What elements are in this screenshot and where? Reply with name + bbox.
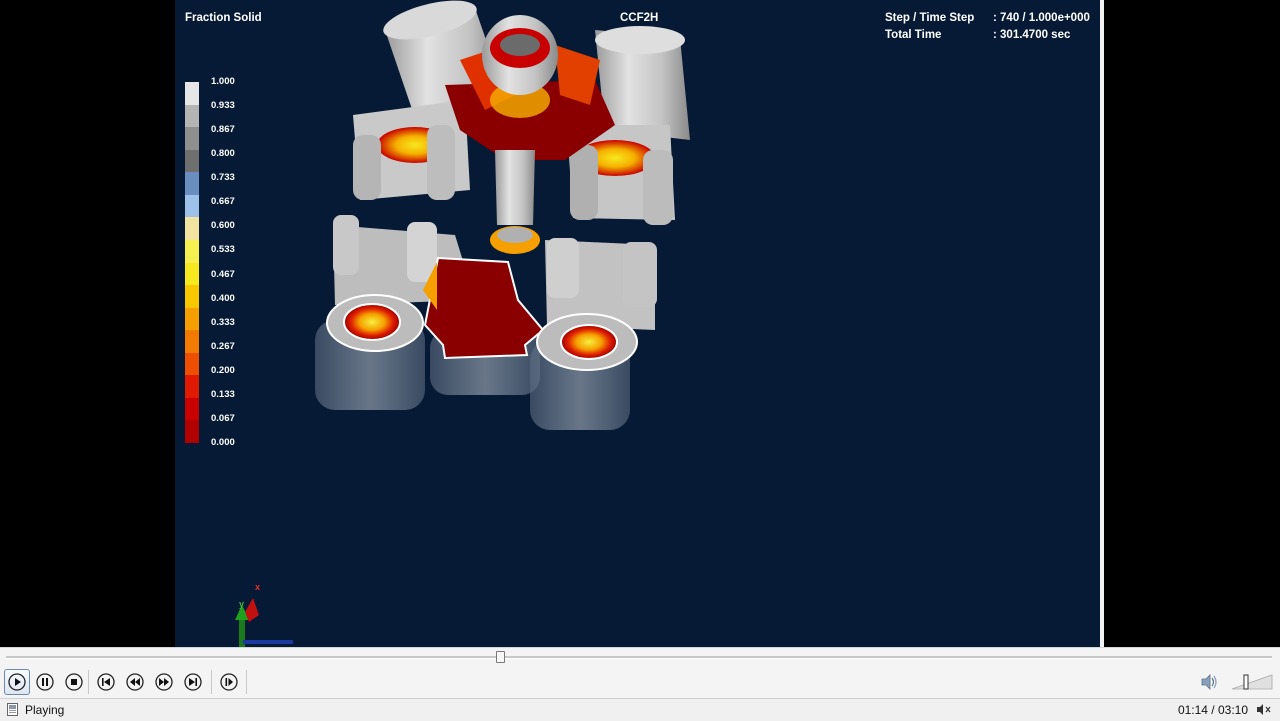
pause-icon	[36, 673, 54, 691]
fast-forward-button[interactable]	[153, 671, 175, 693]
stop-icon	[65, 673, 83, 691]
axis-triad: x y	[235, 582, 293, 647]
skip-back-icon	[97, 673, 115, 691]
separator	[88, 670, 89, 694]
video-area[interactable]: Fraction Solid CCF2H Step / Time Step : …	[0, 0, 1280, 647]
frame-step-icon	[220, 673, 238, 691]
pause-button[interactable]	[34, 671, 56, 693]
play-button[interactable]	[4, 669, 30, 695]
casting-model: x y	[235, 0, 690, 647]
next-button[interactable]	[182, 671, 204, 693]
seek-thumb[interactable]	[495, 651, 505, 663]
player-controls	[0, 647, 1280, 699]
axis-y-label: y	[239, 599, 244, 609]
window-edge	[1100, 0, 1104, 647]
rewind-button[interactable]	[124, 671, 146, 693]
axis-x-label: x	[255, 582, 260, 592]
speaker-icon[interactable]	[1199, 672, 1219, 692]
playback-time: 01:14 / 03:10	[1177, 703, 1248, 717]
skip-forward-icon	[184, 673, 202, 691]
mute-icon[interactable]	[1256, 702, 1272, 717]
media-file-icon	[7, 703, 18, 716]
playback-status: Playing	[25, 703, 65, 717]
step-frame-button[interactable]	[218, 671, 240, 693]
fast-forward-icon	[155, 673, 173, 691]
previous-button[interactable]	[95, 671, 117, 693]
separator	[246, 670, 247, 694]
stop-button[interactable]	[63, 671, 85, 693]
rewind-icon	[126, 673, 144, 691]
separator	[211, 670, 212, 694]
status-bar: Playing 01:14 / 03:10	[0, 698, 1280, 721]
volume-slider[interactable]	[1230, 673, 1274, 691]
play-icon	[8, 673, 26, 691]
seek-bar[interactable]	[6, 656, 1272, 659]
lower-assembly	[315, 215, 657, 430]
simulation-viewport[interactable]: Fraction Solid CCF2H Step / Time Step : …	[175, 0, 1100, 647]
